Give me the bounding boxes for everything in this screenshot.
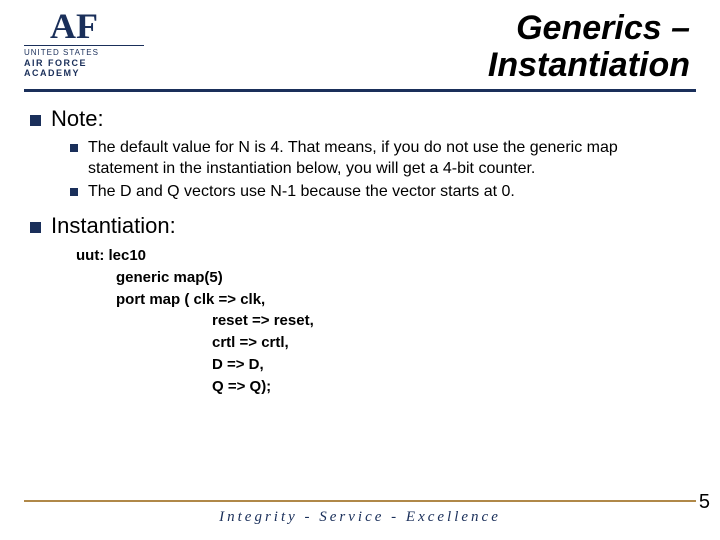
square-bullet-small-icon: [70, 188, 78, 196]
code-block: uut: lec10 generic map(5) port map ( clk…: [30, 245, 690, 397]
code-line: generic map(5): [76, 267, 690, 289]
page-number: 5: [699, 491, 710, 514]
list-item: The default value for N is 4. That means…: [70, 138, 690, 180]
code-line: Q => Q);: [76, 376, 690, 398]
slide-title: Generics – Instantiation: [144, 10, 696, 85]
logo-line3: ACADEMY: [24, 68, 144, 79]
square-bullet-icon: [30, 115, 41, 126]
note-heading-row: Note:: [30, 106, 690, 132]
square-bullet-small-icon: [70, 144, 78, 152]
code-line: uut: lec10: [76, 245, 690, 267]
logo-monogram: AF: [50, 10, 98, 42]
usafa-logo: AF UNITED STATES AIR FORCE ACADEMY: [24, 10, 144, 79]
list-item: The D and Q vectors use N-1 because the …: [70, 182, 690, 203]
footer-divider: [24, 500, 696, 502]
code-line: reset => reset,: [76, 310, 690, 332]
title-line2: Instantiation: [144, 47, 690, 84]
code-line: port map ( clk => clk,: [76, 289, 690, 311]
note-item-2: The D and Q vectors use N-1 because the …: [88, 182, 515, 203]
logo-line2: AIR FORCE: [24, 58, 144, 69]
slide-header: AF UNITED STATES AIR FORCE ACADEMY Gener…: [0, 0, 720, 85]
instantiation-heading: Instantiation:: [51, 213, 176, 239]
code-line: crtl => crtl,: [76, 332, 690, 354]
code-line: D => D,: [76, 354, 690, 376]
title-line1: Generics –: [144, 10, 690, 47]
slide-content: Note: The default value for N is 4. That…: [0, 92, 720, 398]
note-heading: Note:: [51, 106, 104, 132]
note-item-1: The default value for N is 4. That means…: [88, 138, 690, 180]
footer-motto: Integrity - Service - Excellence: [0, 509, 720, 526]
instantiation-heading-row: Instantiation:: [30, 213, 690, 239]
logo-line1: UNITED STATES: [24, 48, 144, 58]
note-sublist: The default value for N is 4. That means…: [30, 138, 690, 203]
logo-subtitle: UNITED STATES AIR FORCE ACADEMY: [24, 45, 144, 79]
square-bullet-icon: [30, 222, 41, 233]
